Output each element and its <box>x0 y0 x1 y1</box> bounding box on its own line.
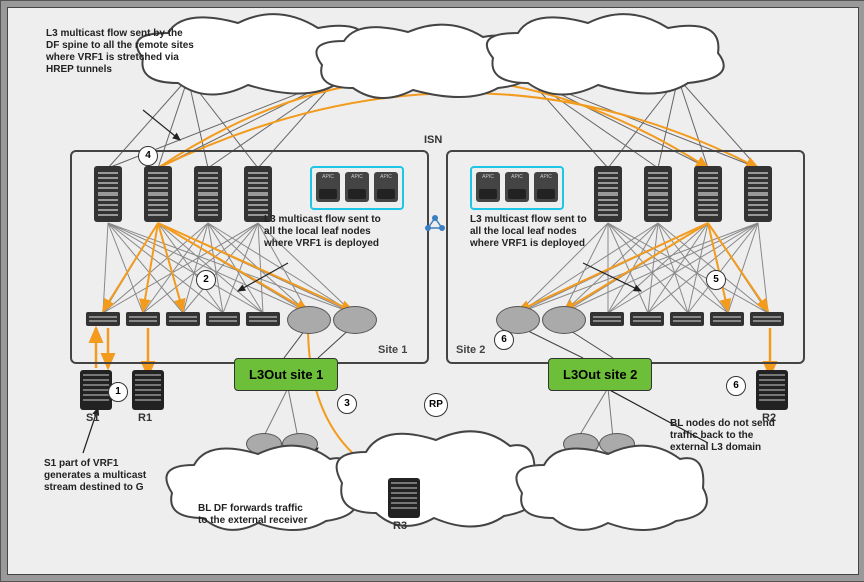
cloud-external-mid <box>328 428 538 543</box>
step-3: 3 <box>337 394 357 414</box>
border-leaf-router-icon <box>542 306 586 334</box>
cloud-external-right <box>508 443 708 543</box>
multisite-controller-icon <box>420 208 450 238</box>
apic-cluster-site2: APIC APIC APIC <box>470 166 564 210</box>
server-icon <box>388 478 420 518</box>
leaf-switch-icon <box>670 312 704 326</box>
spine-switch-icon <box>94 166 122 222</box>
site1-label: Site 1 <box>378 344 407 356</box>
spine-switch-icon <box>744 166 772 222</box>
cloud-isn-right <box>478 13 738 108</box>
site2-label: Site 2 <box>456 344 485 356</box>
apic-icon: APIC <box>505 172 529 202</box>
leaf-switch-icon <box>206 312 240 326</box>
step-1: 1 <box>108 382 128 402</box>
step-2: 2 <box>196 270 216 290</box>
spine-switch-icon <box>594 166 622 222</box>
apic-icon: APIC <box>316 172 340 202</box>
leaf-switch-icon <box>126 312 160 326</box>
apic-icon: APIC <box>374 172 398 202</box>
annotation-2a: L3 multicast flow sent to all the local … <box>264 214 384 250</box>
annotation-3: BL DF forwards traffic to the external r… <box>198 503 308 527</box>
apic-icon: APIC <box>534 172 558 202</box>
step-6a: 6 <box>494 330 514 350</box>
l3out-site1-box: L3Out site 1 <box>234 358 338 391</box>
leaf-switch-icon <box>590 312 624 326</box>
s1-label: S1 <box>86 412 99 424</box>
r1-label: R1 <box>138 412 152 424</box>
leaf-switch-icon <box>166 312 200 326</box>
server-icon <box>756 370 788 410</box>
annotation-1: S1 part of VRF1 generates a multicast st… <box>44 458 164 494</box>
step-5: 5 <box>706 270 726 290</box>
spine-switch-icon <box>644 166 672 222</box>
spine-switch-icon <box>144 166 172 222</box>
annotation-6: BL nodes do not send traffic back to the… <box>670 418 790 454</box>
r3-label: R3 <box>393 520 407 532</box>
annotation-2b: L3 multicast flow sent to all the local … <box>470 214 590 250</box>
leaf-switch-icon <box>246 312 280 326</box>
leaf-switch-icon <box>86 312 120 326</box>
rp-label: RP <box>424 393 448 417</box>
server-icon <box>132 370 164 410</box>
step-6b: 6 <box>726 376 746 396</box>
diagram-canvas: ISN Site 1 Site 2 APIC APIC APIC APIC AP… <box>0 0 864 582</box>
leaf-switch-icon <box>750 312 784 326</box>
step-4: 4 <box>138 146 158 166</box>
apic-icon: APIC <box>345 172 369 202</box>
apic-cluster-site1: APIC APIC APIC <box>310 166 404 210</box>
spine-switch-icon <box>694 166 722 222</box>
spine-switch-icon <box>194 166 222 222</box>
leaf-switch-icon <box>710 312 744 326</box>
isn-label: ISN <box>424 134 442 146</box>
border-leaf-router-icon <box>333 306 377 334</box>
l3out-site2-box: L3Out site 2 <box>548 358 652 391</box>
border-leaf-router-icon <box>287 306 331 334</box>
leaf-switch-icon <box>630 312 664 326</box>
apic-icon: APIC <box>476 172 500 202</box>
annotation-4: L3 multicast flow sent by the DF spine t… <box>46 28 196 76</box>
